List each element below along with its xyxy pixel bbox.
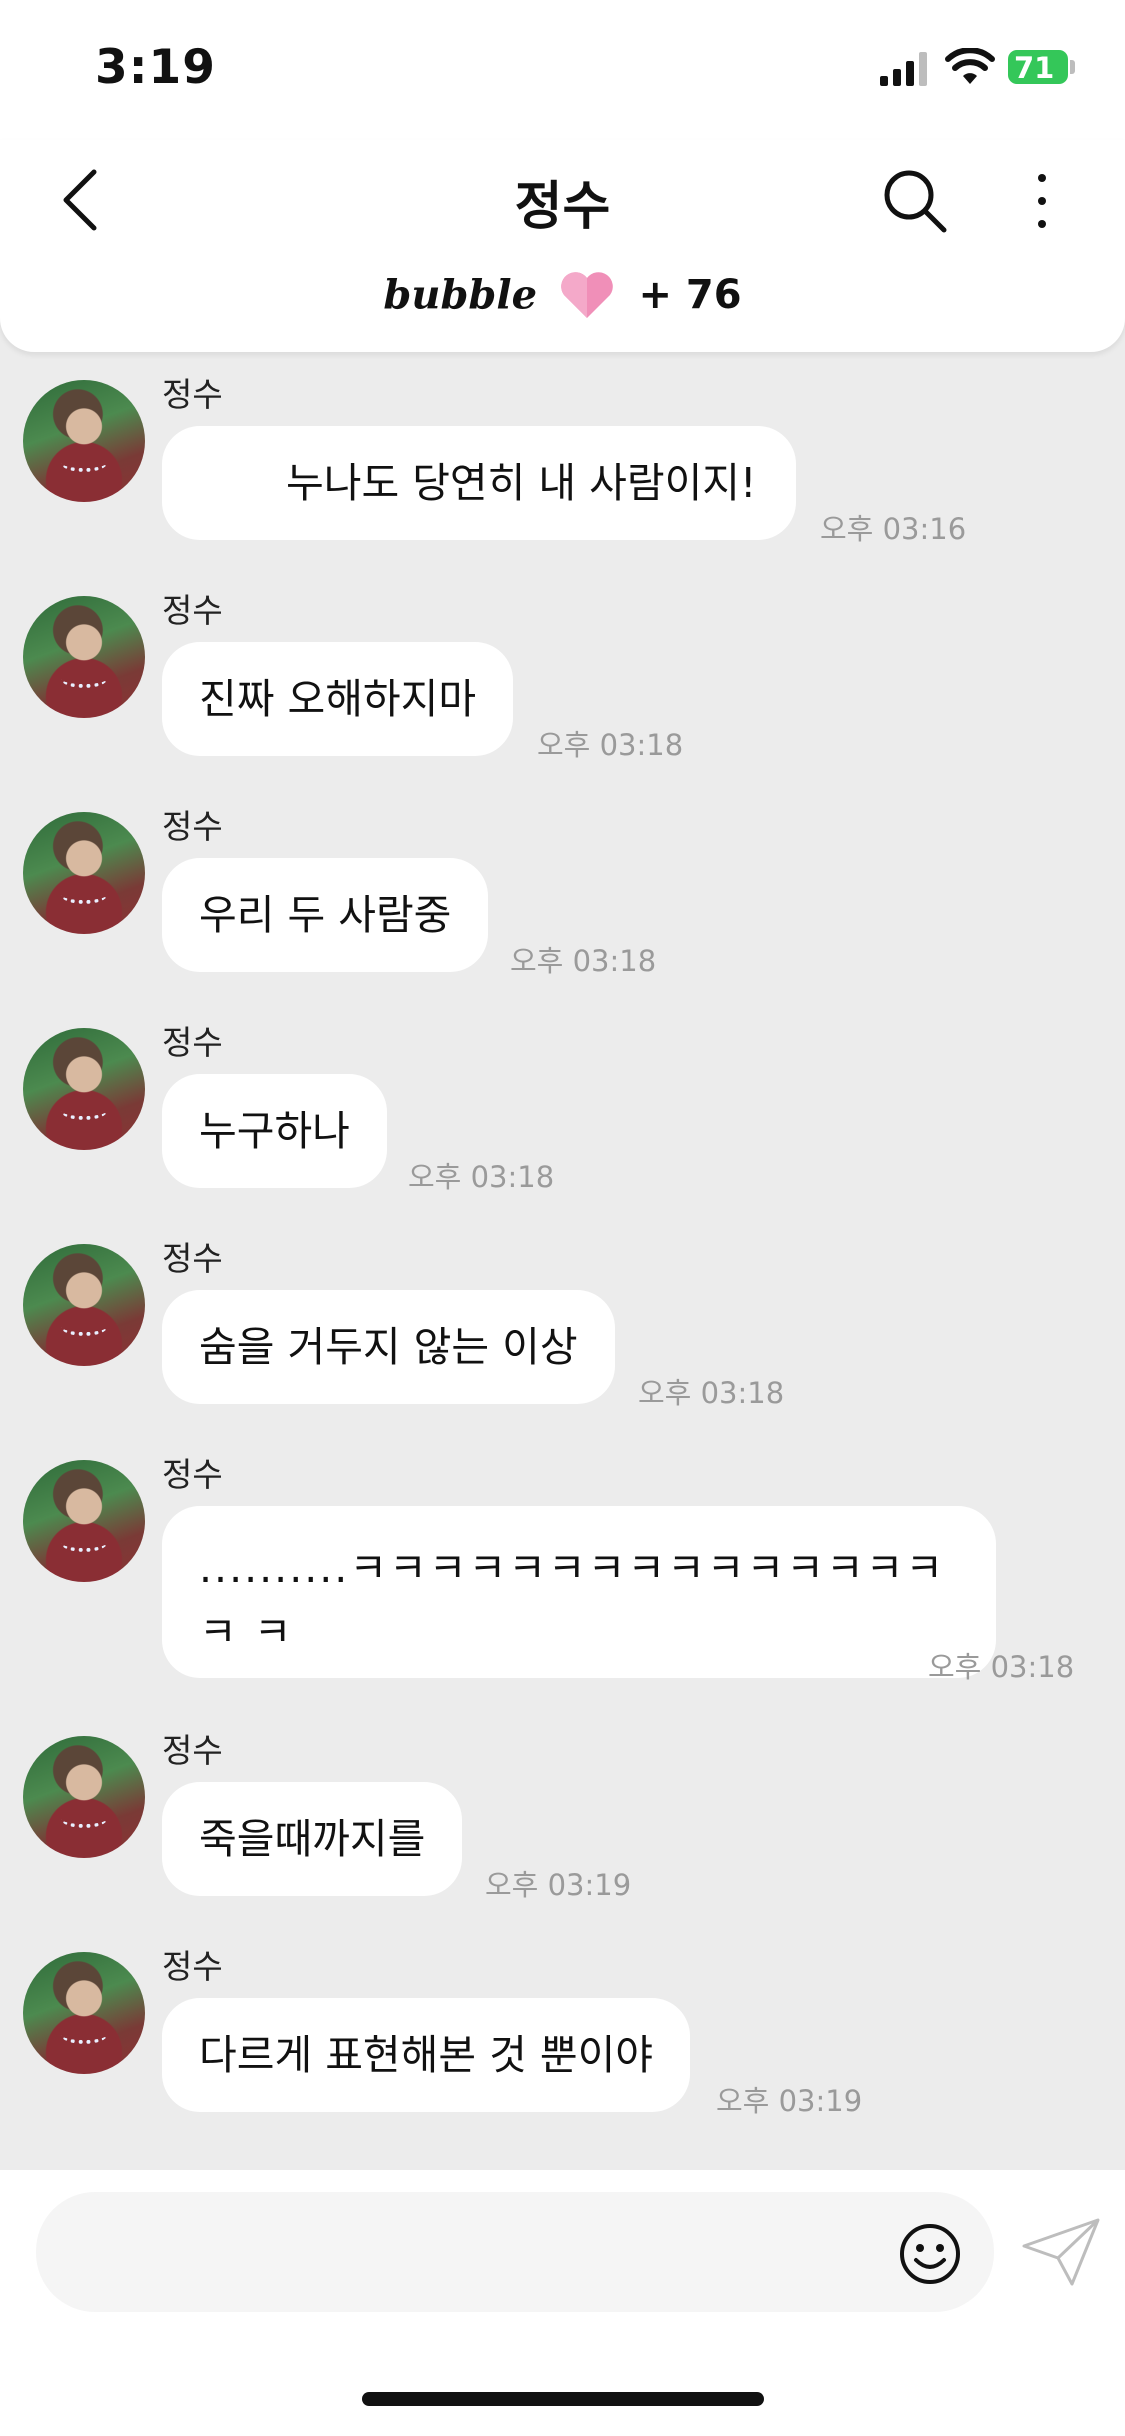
wifi-icon	[945, 48, 995, 84]
avatar[interactable]	[23, 1736, 145, 1858]
avatar[interactable]	[23, 1952, 145, 2074]
avatar[interactable]	[23, 1460, 145, 1582]
sender-name: 정수	[162, 1023, 223, 1062]
message-bubble[interactable]: 죽을때까지를	[162, 1782, 463, 1896]
message-bubble[interactable]: 누구하나	[162, 1074, 387, 1188]
sender-name: 정수	[162, 1947, 223, 1986]
message-bubble[interactable]: 우리 두 사람중	[162, 858, 489, 972]
status-time: 3:19	[95, 40, 216, 95]
message-timestamp: 오후 03:19	[716, 2084, 863, 2118]
status-bar: 3:19 71	[0, 0, 1125, 140]
sender-name: 정수	[162, 807, 223, 846]
avatar[interactable]	[23, 1244, 145, 1366]
message-timestamp: 오후 03:18	[928, 1650, 1075, 1684]
home-indicator	[362, 2392, 764, 2406]
chat-header: 정수 bubble + 76	[0, 140, 1125, 352]
composer-bar	[0, 2170, 1125, 2436]
message-bubble[interactable]: 숨을 거두지 않는 이상	[162, 1290, 615, 1404]
sender-name: 정수	[162, 1455, 223, 1494]
message-timestamp: 오후 03:19	[485, 1868, 632, 1902]
message-bubble[interactable]: 누나도 당연히 내 사람이지!	[162, 426, 797, 540]
sender-name: 정수	[162, 1239, 223, 1278]
chat-title: 정수	[514, 177, 611, 237]
battery-icon: 71	[1008, 50, 1076, 85]
message-timestamp: 오후 03:16	[820, 512, 967, 546]
bubble-count: + 76	[638, 272, 742, 318]
bubble-brand-logo: bubble	[383, 271, 538, 319]
avatar[interactable]	[23, 380, 145, 502]
battery-level: 71	[1014, 51, 1055, 85]
message-bubble[interactable]: 진짜 오해하지마	[162, 642, 514, 756]
avatar[interactable]	[23, 1028, 145, 1150]
message-input[interactable]	[36, 2192, 994, 2312]
message-bubble[interactable]: 다르게 표현해본 것 뿐이야	[162, 1998, 691, 2112]
message-timestamp: 오후 03:18	[510, 944, 657, 978]
search-icon[interactable]	[880, 166, 950, 236]
heart-icon	[560, 272, 613, 318]
avatar[interactable]	[23, 812, 145, 934]
bubble-count-row: bubble + 76	[0, 270, 1125, 330]
sender-name: 정수	[162, 375, 223, 414]
send-icon[interactable]	[1020, 2216, 1102, 2288]
emoji-icon[interactable]	[898, 2222, 962, 2286]
more-vertical-icon[interactable]	[1030, 166, 1054, 236]
sender-name: 정수	[162, 591, 223, 630]
message-timestamp: 오후 03:18	[638, 1376, 785, 1410]
cellular-signal-icon	[880, 52, 927, 86]
avatar[interactable]	[23, 596, 145, 718]
message-bubble[interactable]: ..........ㅋㅋㅋㅋㅋㅋㅋㅋㅋㅋㅋㅋㅋㅋㅋㅋ ㅋ	[162, 1506, 996, 1678]
message-timestamp: 오후 03:18	[408, 1160, 555, 1194]
message-timestamp: 오후 03:18	[537, 728, 684, 762]
sender-name: 정수	[162, 1731, 223, 1770]
